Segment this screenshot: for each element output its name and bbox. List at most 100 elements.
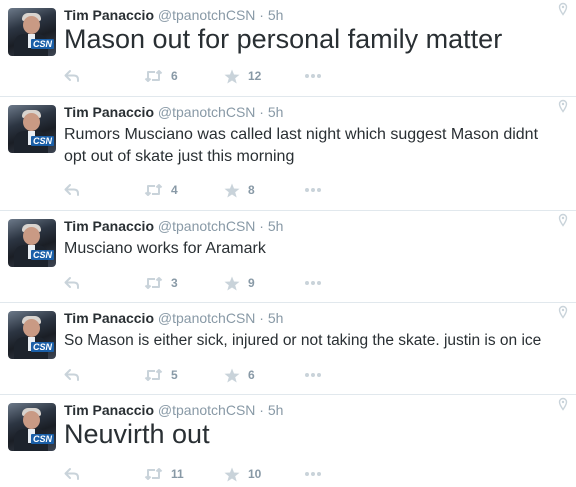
separator-dot: ·: [259, 310, 264, 326]
reply-button[interactable]: [64, 465, 80, 483]
more-icon: [305, 373, 321, 377]
location-pin-icon[interactable]: [556, 213, 570, 227]
retweet-icon: [144, 468, 163, 480]
tweet-text-line: Rumors Musciano was called last night wh…: [64, 126, 539, 143]
tweet-text-line: opt out of skate just this morning: [64, 148, 295, 165]
tweet[interactable]: CSN Tim Panaccio @tpanotchCSN · 5h So Ma…: [0, 303, 576, 395]
retweet-count: 11: [171, 467, 184, 481]
more-button[interactable]: [304, 181, 322, 199]
reply-button[interactable]: [64, 67, 80, 85]
network-logo: CSN: [30, 342, 54, 352]
reply-icon: [64, 70, 79, 82]
retweet-icon: [144, 277, 163, 289]
author-name[interactable]: Tim Panaccio: [64, 218, 154, 234]
more-button[interactable]: [304, 274, 322, 292]
retweet-button[interactable]: 5: [144, 366, 178, 384]
star-icon: [224, 276, 240, 290]
more-icon: [305, 188, 321, 192]
retweet-count: 6: [171, 69, 178, 83]
tweet-header: Tim Panaccio @tpanotchCSN · 5h: [64, 217, 283, 235]
more-icon: [305, 74, 321, 78]
tweet-actions: 4 8: [64, 181, 344, 199]
favorite-button[interactable]: 9: [224, 274, 255, 292]
reply-icon: [64, 468, 79, 480]
separator-dot: ·: [259, 218, 264, 234]
reply-icon: [64, 277, 79, 289]
favorite-button[interactable]: 8: [224, 181, 255, 199]
author-handle[interactable]: @tpanotchCSN: [158, 310, 255, 326]
avatar[interactable]: CSN: [8, 105, 56, 153]
avatar[interactable]: CSN: [8, 8, 56, 56]
favorite-count: 10: [248, 467, 262, 481]
tweet-text: Musciano works for Aramark: [64, 240, 266, 257]
tweet[interactable]: CSN Tim Panaccio @tpanotchCSN · 5h Rumor…: [0, 97, 576, 211]
tweet[interactable]: CSN Tim Panaccio @tpanotchCSN · 5h Mason…: [0, 0, 576, 97]
tweet[interactable]: CSN Tim Panaccio @tpanotchCSN · 5h Musci…: [0, 211, 576, 303]
network-logo: CSN: [30, 39, 54, 49]
author-name[interactable]: Tim Panaccio: [64, 104, 154, 120]
author-name[interactable]: Tim Panaccio: [64, 310, 154, 326]
author-handle[interactable]: @tpanotchCSN: [158, 402, 255, 418]
tweet-actions: 6 12: [64, 67, 344, 85]
retweet-button[interactable]: 11: [144, 465, 184, 483]
favorite-button[interactable]: 12: [224, 67, 261, 85]
tweet[interactable]: CSN Tim Panaccio @tpanotchCSN · 5h Neuvi…: [0, 395, 576, 487]
timestamp[interactable]: 5h: [268, 218, 284, 234]
avatar[interactable]: CSN: [8, 403, 56, 451]
tweet-text: Mason out for personal family matter: [64, 24, 503, 54]
more-icon: [305, 472, 321, 476]
favorite-count: 8: [248, 183, 255, 197]
retweet-icon: [144, 369, 163, 381]
separator-dot: ·: [259, 402, 264, 418]
author-name[interactable]: Tim Panaccio: [64, 7, 154, 23]
favorite-button[interactable]: 6: [224, 366, 255, 384]
timestamp[interactable]: 5h: [268, 402, 284, 418]
timestamp[interactable]: 5h: [268, 7, 284, 23]
tweet-text: Neuvirth out: [64, 419, 210, 449]
location-pin-icon[interactable]: [556, 2, 570, 16]
location-pin-icon[interactable]: [556, 397, 570, 411]
retweet-button[interactable]: 4: [144, 181, 178, 199]
author-handle[interactable]: @tpanotchCSN: [158, 7, 255, 23]
retweet-button[interactable]: 3: [144, 274, 178, 292]
network-logo: CSN: [30, 136, 54, 146]
retweet-button[interactable]: 6: [144, 67, 178, 85]
more-button[interactable]: [304, 465, 322, 483]
favorite-count: 9: [248, 276, 255, 290]
favorite-count: 6: [248, 368, 255, 382]
tweet-header: Tim Panaccio @tpanotchCSN · 5h: [64, 103, 283, 121]
avatar[interactable]: CSN: [8, 219, 56, 267]
network-logo: CSN: [30, 434, 54, 444]
location-pin-icon[interactable]: [556, 305, 570, 319]
favorite-count: 12: [248, 69, 262, 83]
favorite-button[interactable]: 10: [224, 465, 261, 483]
star-icon: [224, 183, 240, 197]
retweet-icon: [144, 70, 163, 82]
star-icon: [224, 467, 240, 481]
tweet-actions: 11 10: [64, 465, 344, 483]
tweet-header: Tim Panaccio @tpanotchCSN · 5h: [64, 309, 283, 327]
retweet-count: 4: [171, 183, 178, 197]
reply-icon: [64, 184, 79, 196]
reply-button[interactable]: [64, 181, 80, 199]
separator-dot: ·: [259, 7, 264, 23]
timestamp[interactable]: 5h: [268, 104, 284, 120]
more-button[interactable]: [304, 67, 322, 85]
reply-button[interactable]: [64, 274, 80, 292]
avatar[interactable]: CSN: [8, 311, 56, 359]
author-handle[interactable]: @tpanotchCSN: [158, 218, 255, 234]
tweet-actions: 5 6: [64, 366, 344, 384]
more-button[interactable]: [304, 366, 322, 384]
retweet-count: 5: [171, 368, 178, 382]
author-handle[interactable]: @tpanotchCSN: [158, 104, 255, 120]
more-icon: [305, 281, 321, 285]
reply-button[interactable]: [64, 366, 80, 384]
author-name[interactable]: Tim Panaccio: [64, 402, 154, 418]
tweet-text: So Mason is either sick, injured or not …: [64, 332, 542, 349]
star-icon: [224, 368, 240, 382]
separator-dot: ·: [259, 104, 264, 120]
timestamp[interactable]: 5h: [268, 310, 284, 326]
tweet-actions: 3 9: [64, 274, 344, 292]
location-pin-icon[interactable]: [556, 99, 570, 113]
star-icon: [224, 69, 240, 83]
